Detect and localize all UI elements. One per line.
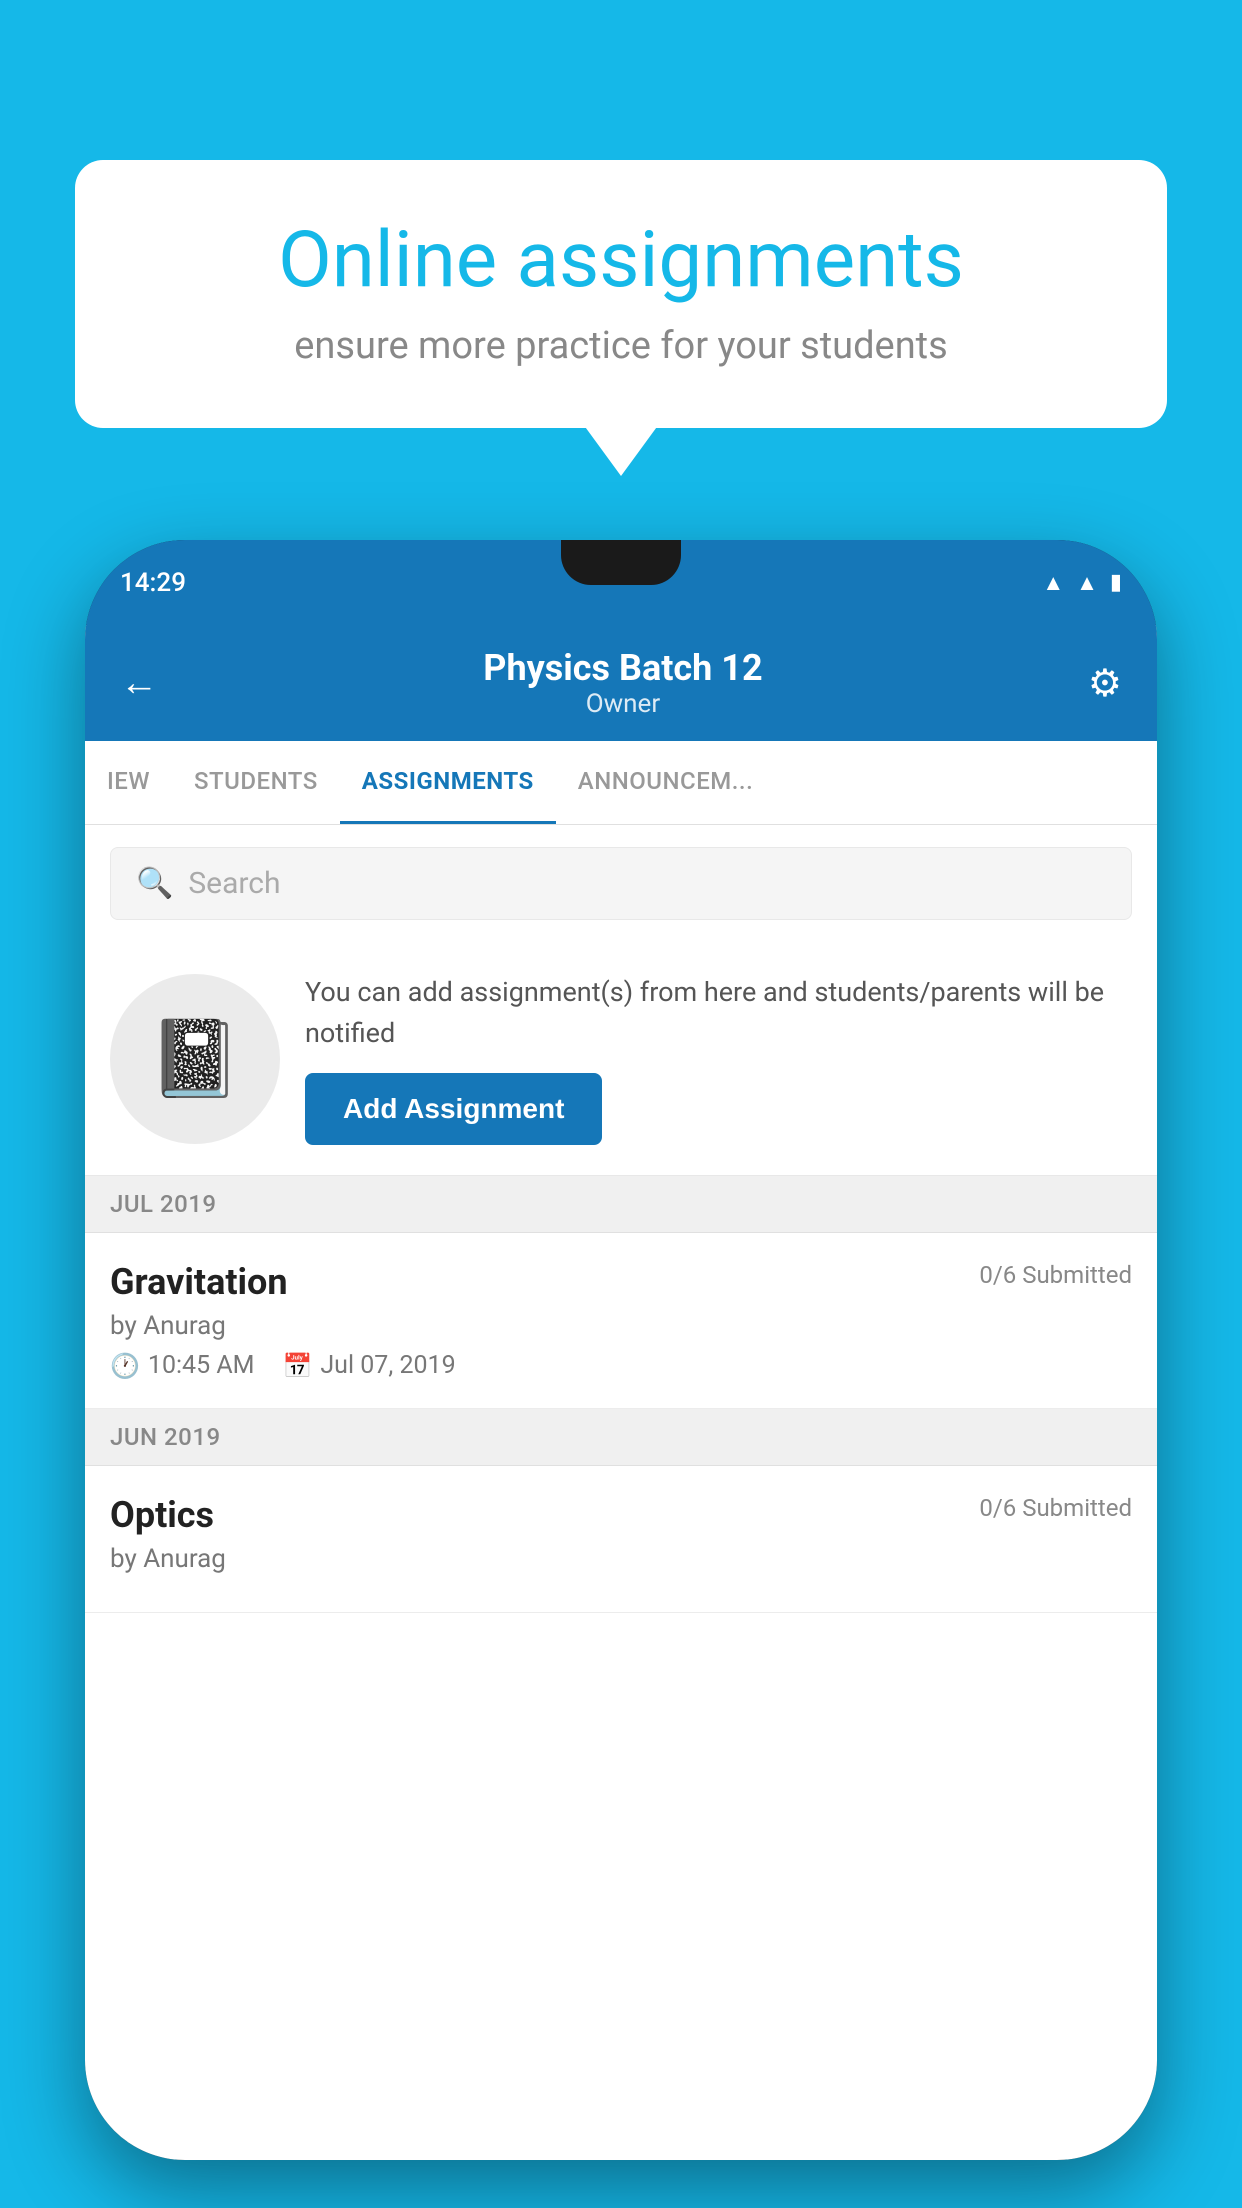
bubble-subtitle: ensure more practice for your students: [135, 324, 1107, 368]
batch-title: Physics Batch 12: [483, 647, 762, 689]
bubble-title: Online assignments: [135, 215, 1107, 306]
month-separator-jul: JUL 2019: [85, 1176, 1157, 1233]
promo-block: 📓 You can add assignment(s) from here an…: [85, 942, 1157, 1176]
assignment-by-optics: by Anurag: [110, 1544, 1132, 1574]
wifi-icon: ▲: [1042, 570, 1064, 596]
assignment-row-top-optics: Optics 0/6 Submitted: [110, 1494, 1132, 1536]
assignment-item-gravitation[interactable]: Gravitation 0/6 Submitted by Anurag 🕐 10…: [85, 1233, 1157, 1409]
meta-date: 📅 Jul 07, 2019: [282, 1351, 455, 1380]
meta-time: 🕐 10:45 AM: [110, 1351, 254, 1380]
back-button[interactable]: ←: [120, 661, 158, 705]
tab-students[interactable]: STUDENTS: [172, 741, 340, 824]
tabs-bar: IEW STUDENTS ASSIGNMENTS ANNOUNCEM...: [85, 741, 1157, 825]
assignment-submitted-optics: 0/6 Submitted: [979, 1494, 1132, 1522]
phone-mockup: 14:29 ▲ ▲ ▮ ← Physics Batch 12 Owner ⚙ I…: [85, 540, 1157, 2160]
calendar-icon: 📅: [282, 1352, 312, 1380]
assignment-time: 10:45 AM: [148, 1351, 255, 1380]
status-bar: 14:29 ▲ ▲ ▮: [85, 540, 1157, 625]
assignment-by: by Anurag: [110, 1311, 1132, 1341]
assignment-meta: 🕐 10:45 AM 📅 Jul 07, 2019: [110, 1351, 1132, 1380]
search-input[interactable]: Search: [188, 866, 280, 901]
assignment-item-optics[interactable]: Optics 0/6 Submitted by Anurag: [85, 1466, 1157, 1613]
assignment-row-top: Gravitation 0/6 Submitted: [110, 1261, 1132, 1303]
phone-notch: [561, 540, 681, 585]
tab-assignments[interactable]: ASSIGNMENTS: [340, 741, 556, 824]
speech-bubble-container: Online assignments ensure more practice …: [75, 160, 1167, 428]
status-icons: ▲ ▲ ▮: [1042, 570, 1122, 596]
month-separator-jun: JUN 2019: [85, 1409, 1157, 1466]
phone-screen: ← Physics Batch 12 Owner ⚙ IEW STUDENTS …: [85, 625, 1157, 2160]
assignment-title-optics: Optics: [110, 1494, 214, 1536]
search-bar[interactable]: 🔍 Search: [110, 847, 1132, 920]
battery-icon: ▮: [1110, 570, 1122, 595]
promo-description: You can add assignment(s) from here and …: [305, 972, 1132, 1053]
speech-bubble: Online assignments ensure more practice …: [75, 160, 1167, 428]
tab-iew[interactable]: IEW: [85, 741, 172, 824]
header-title-group: Physics Batch 12 Owner: [483, 647, 762, 719]
assignment-title: Gravitation: [110, 1261, 288, 1303]
add-assignment-button[interactable]: Add Assignment: [305, 1073, 602, 1145]
notebook-icon: 📓: [148, 1015, 241, 1103]
app-header: ← Physics Batch 12 Owner ⚙: [85, 625, 1157, 741]
assignment-submitted: 0/6 Submitted: [979, 1261, 1132, 1289]
search-icon: 🔍: [136, 866, 173, 901]
settings-icon[interactable]: ⚙: [1088, 661, 1122, 706]
batch-subtitle: Owner: [483, 689, 762, 719]
tab-announcements[interactable]: ANNOUNCEM...: [556, 741, 775, 824]
signal-icon: ▲: [1076, 570, 1098, 596]
promo-content: You can add assignment(s) from here and …: [305, 972, 1132, 1145]
promo-icon-circle: 📓: [110, 974, 280, 1144]
status-time: 14:29: [120, 568, 186, 598]
assignment-date: Jul 07, 2019: [320, 1351, 455, 1380]
clock-icon: 🕐: [110, 1352, 140, 1380]
search-bar-wrapper: 🔍 Search: [85, 825, 1157, 942]
